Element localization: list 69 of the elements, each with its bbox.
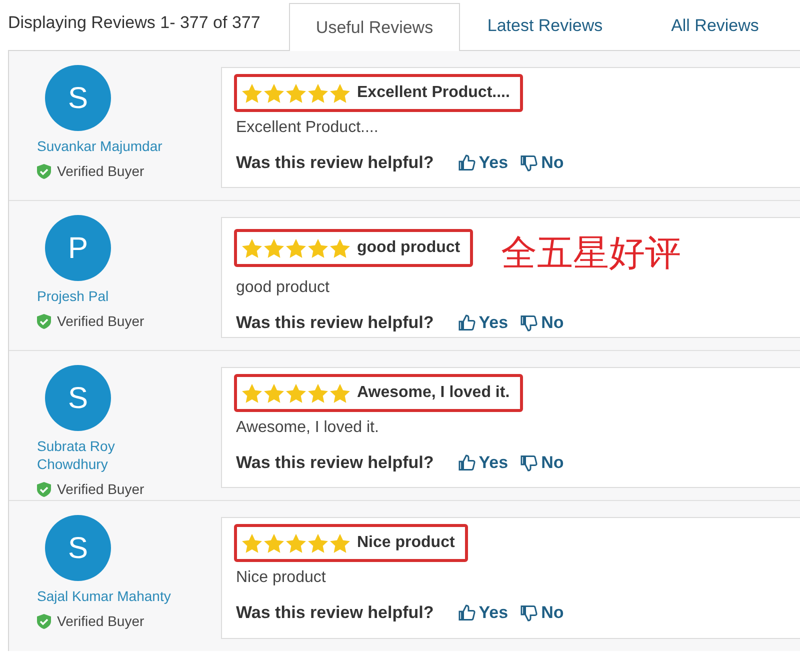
shield-check-icon bbox=[37, 314, 51, 329]
star-icon bbox=[263, 532, 285, 554]
star-icon bbox=[241, 382, 263, 404]
star-icon bbox=[307, 532, 329, 554]
yes-button[interactable]: Yes bbox=[458, 150, 508, 176]
verified-buyer-label: Verified Buyer bbox=[57, 312, 144, 331]
shield-check-icon bbox=[37, 482, 51, 497]
star-icon bbox=[307, 238, 329, 258]
review-title: Awesome, I loved it. bbox=[357, 383, 511, 403]
avatar: P bbox=[45, 215, 111, 281]
annotation-text: 全五星好评 bbox=[501, 236, 682, 272]
tab[interactable]: Useful Reviews bbox=[289, 3, 460, 51]
yes-button[interactable]: Yes bbox=[458, 600, 508, 626]
thumbs-up-icon bbox=[458, 604, 476, 622]
star-icon bbox=[241, 82, 263, 104]
reviewer-name[interactable]: Suvankar Majumdar bbox=[37, 137, 177, 155]
star-icon bbox=[329, 238, 351, 258]
thumbs-down-icon bbox=[520, 314, 538, 332]
star-icon bbox=[329, 532, 351, 554]
review-body: good product bbox=[236, 278, 330, 298]
verified-buyer-label: Verified Buyer bbox=[57, 162, 144, 181]
thumbs-down-icon bbox=[520, 604, 538, 622]
shield-check-icon bbox=[37, 614, 51, 629]
thumbs-up-icon bbox=[458, 154, 476, 172]
review-title: Nice product bbox=[357, 533, 456, 553]
avatar: S bbox=[45, 365, 111, 431]
review-body: Awesome, I loved it. bbox=[236, 418, 380, 438]
star-icon bbox=[307, 382, 329, 404]
star-icon bbox=[285, 532, 307, 554]
helpful-prompt: Was this review helpful? bbox=[236, 452, 434, 474]
helpful-prompt: Was this review helpful? bbox=[236, 312, 434, 334]
tab[interactable]: Latest Reviews bbox=[460, 2, 630, 50]
review-body: Excellent Product.... bbox=[236, 118, 380, 138]
star-icon bbox=[285, 82, 307, 104]
helpful-prompt: Was this review helpful? bbox=[236, 152, 434, 174]
verified-buyer-label: Verified Buyer bbox=[57, 480, 144, 499]
yes-button[interactable]: Yes bbox=[458, 310, 508, 336]
star-icon bbox=[241, 532, 263, 554]
star-icon bbox=[307, 82, 329, 104]
no-button[interactable]: No bbox=[520, 310, 564, 336]
thumbs-up-icon bbox=[458, 454, 476, 472]
star-icon bbox=[329, 82, 351, 104]
thumbs-up-icon bbox=[458, 314, 476, 332]
star-icon bbox=[241, 238, 263, 258]
thumbs-down-icon bbox=[520, 154, 538, 172]
tab[interactable]: All Reviews bbox=[630, 2, 800, 50]
no-button[interactable]: No bbox=[520, 600, 564, 626]
review-count: Displaying Reviews 1- 377 of 377 bbox=[7, 12, 262, 34]
reviewer-name[interactable]: Subrata Roy Chowdhury bbox=[37, 437, 177, 473]
star-icon bbox=[285, 238, 307, 258]
reviewer-name[interactable]: Projesh Pal bbox=[37, 287, 177, 305]
star-icon bbox=[263, 82, 285, 104]
shield-check-icon bbox=[37, 164, 51, 179]
star-icon bbox=[285, 382, 307, 404]
no-button[interactable]: No bbox=[520, 450, 564, 476]
review-title: Excellent Product.... bbox=[357, 83, 511, 103]
helpful-prompt: Was this review helpful? bbox=[236, 602, 434, 624]
star-icon bbox=[263, 382, 285, 404]
review-title: good product bbox=[357, 238, 462, 258]
reviewer-name[interactable]: Sajal Kumar Mahanty bbox=[37, 587, 177, 605]
avatar: S bbox=[45, 515, 111, 581]
yes-button[interactable]: Yes bbox=[458, 450, 508, 476]
review-body: Nice product bbox=[236, 568, 327, 588]
star-icon bbox=[263, 238, 285, 258]
star-icon bbox=[329, 382, 351, 404]
no-button[interactable]: No bbox=[520, 150, 564, 176]
avatar: S bbox=[45, 65, 111, 131]
verified-buyer-label: Verified Buyer bbox=[57, 612, 144, 631]
thumbs-down-icon bbox=[520, 454, 538, 472]
